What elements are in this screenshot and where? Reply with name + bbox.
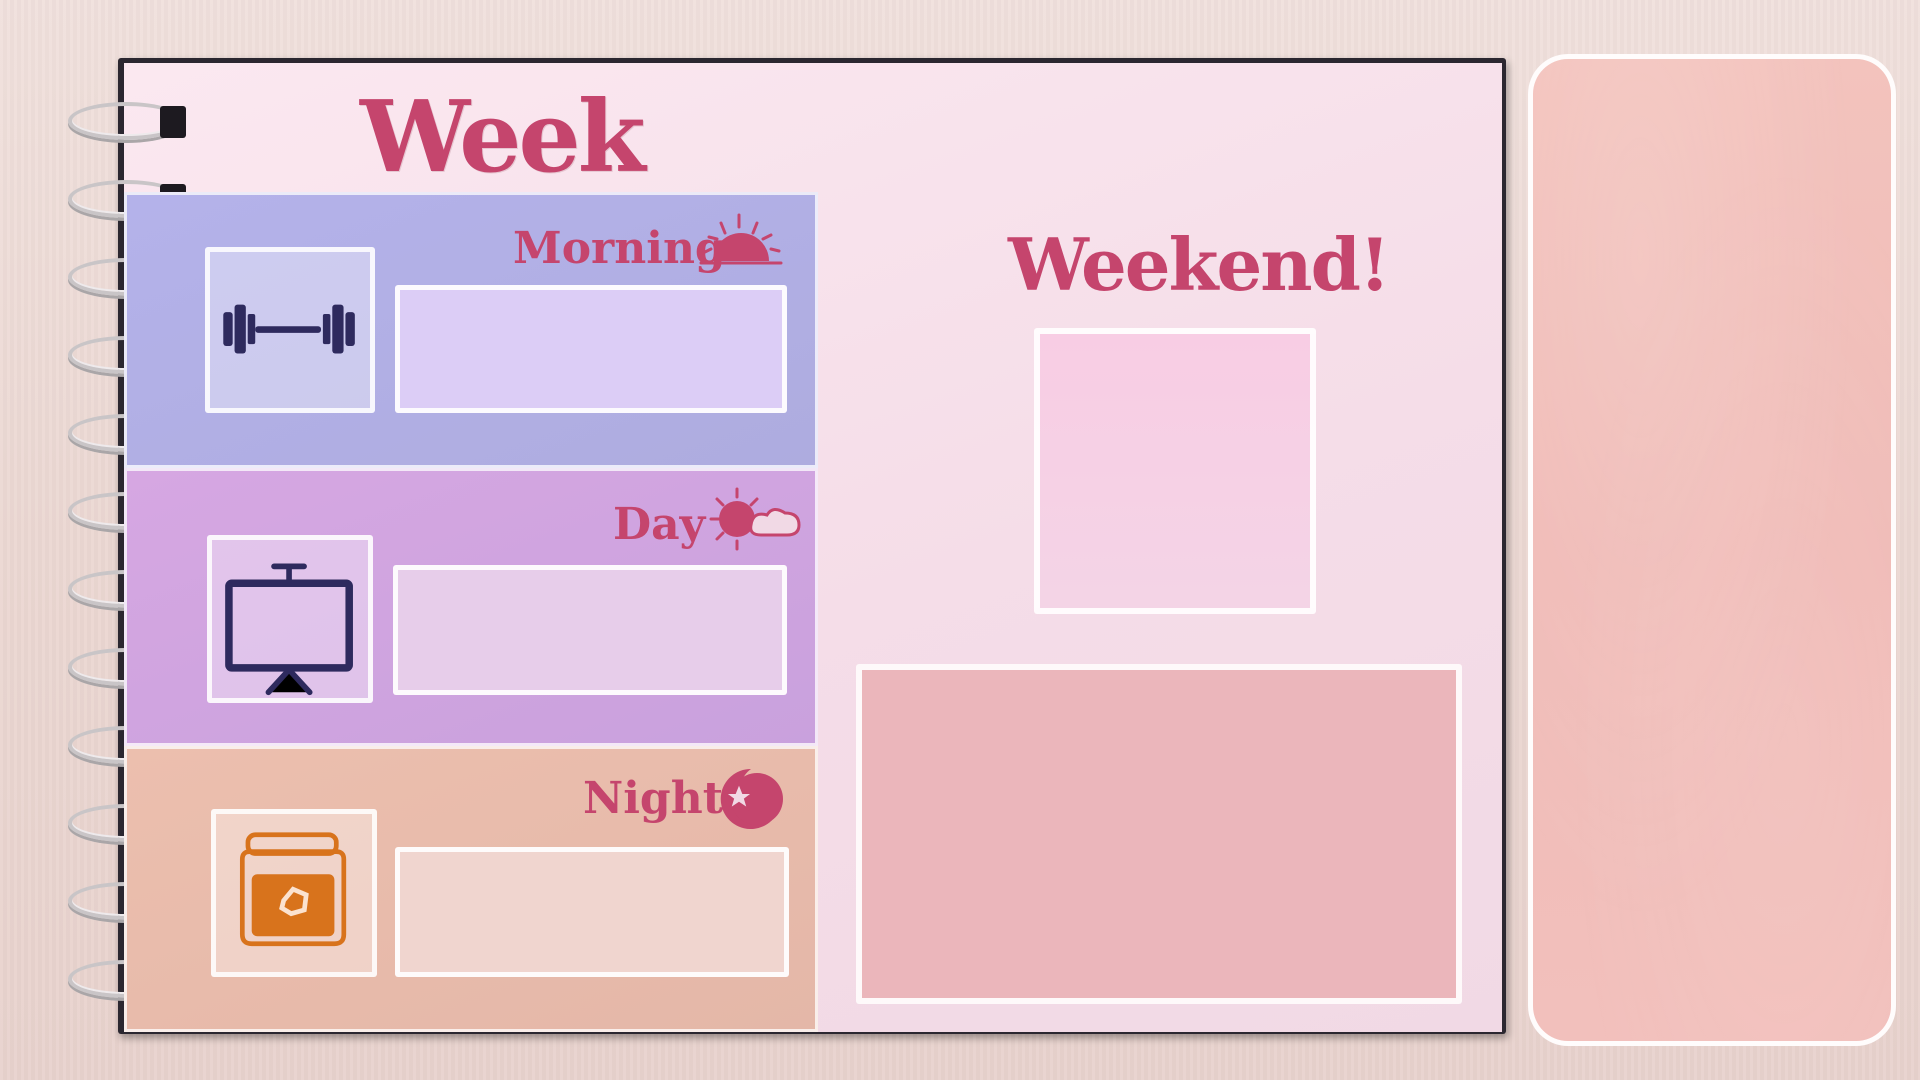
morning-activity-tile[interactable] [205, 247, 375, 413]
night-activity-tile[interactable] [211, 809, 377, 977]
weekend-title: Weekend! [1008, 222, 1391, 307]
night-activity-slot[interactable] [395, 847, 789, 977]
night-label: Night [583, 773, 724, 824]
sun-cloud-icon [709, 487, 801, 551]
day-activity-slot[interactable] [393, 565, 787, 695]
week-title: Week [360, 80, 646, 195]
jar-icon [239, 832, 347, 947]
day-section: Day [124, 468, 818, 746]
weekend-activity-slot[interactable] [1034, 328, 1316, 614]
morning-section: Morning [124, 192, 818, 468]
day-activity-tile[interactable] [207, 535, 373, 703]
night-section: Night [124, 746, 818, 1032]
side-panel[interactable] [1528, 54, 1896, 1046]
sunrise-icon [699, 213, 783, 265]
tv-icon [225, 563, 353, 696]
weekend-panel[interactable] [856, 664, 1462, 1004]
morning-activity-slot[interactable] [395, 285, 787, 413]
dumbbell-icon [223, 304, 355, 354]
moon-star-icon [720, 768, 783, 829]
day-label: Day [613, 499, 706, 550]
morning-label: Morning [513, 223, 726, 274]
binding-ring [62, 96, 192, 148]
